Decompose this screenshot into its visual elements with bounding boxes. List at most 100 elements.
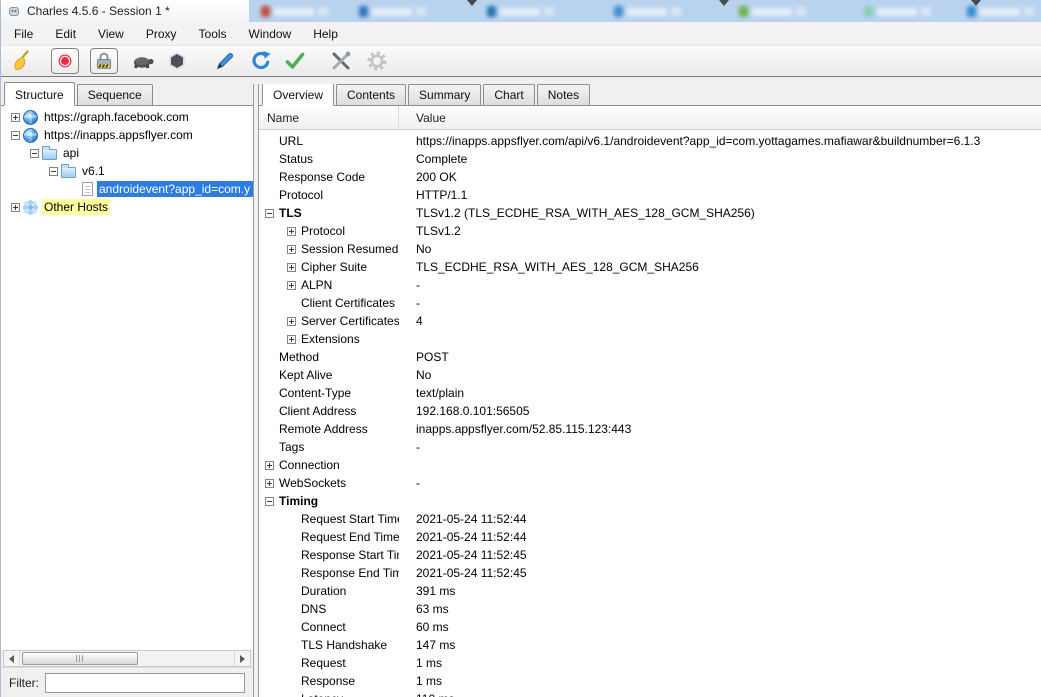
menu-view[interactable]: View <box>87 23 135 45</box>
table-row[interactable]: Response Code 200 OK <box>259 168 1041 186</box>
tab-contents[interactable]: Contents <box>336 84 407 105</box>
tab-overview[interactable]: Overview <box>262 84 335 106</box>
table-row[interactable]: Request Start Time 2021-05-24 11:52:44 <box>259 510 1041 528</box>
table-row[interactable]: Cipher Suite TLS_ECDHE_RSA_WITH_AES_128_G… <box>259 258 1041 276</box>
collapse-icon[interactable] <box>49 166 58 176</box>
expand-icon[interactable] <box>265 460 274 470</box>
collapse-icon[interactable] <box>11 130 20 140</box>
expand-icon[interactable] <box>11 112 20 122</box>
table-row[interactable]: Response End Time 2021-05-24 11:52:45 <box>259 564 1041 582</box>
table-row[interactable]: Response Start Time 2021-05-24 11:52:45 <box>259 546 1041 564</box>
table-row[interactable]: Status Complete <box>259 150 1041 168</box>
collapse-icon[interactable] <box>30 148 39 158</box>
tree-item[interactable]: androidevent?app_id=com.y <box>1 180 253 198</box>
table-row[interactable]: Connect 60 ms <box>259 618 1041 636</box>
table-row[interactable]: DNS 63 ms <box>259 600 1041 618</box>
compose-button[interactable] <box>212 48 238 74</box>
table-row[interactable]: Connection <box>259 456 1041 474</box>
table-row[interactable]: Response 1 ms <box>259 672 1041 690</box>
column-header-name[interactable]: Name <box>259 106 399 129</box>
throttle-button[interactable] <box>130 48 156 74</box>
tree-horizontal-scrollbar[interactable] <box>3 650 251 667</box>
tree-item[interactable]: Other Hosts <box>1 198 253 216</box>
expand-icon[interactable] <box>11 202 20 212</box>
table-row[interactable]: Session Resumed No <box>259 240 1041 258</box>
menu-proxy[interactable]: Proxy <box>135 23 188 45</box>
tab-sequence[interactable]: Sequence <box>76 84 153 105</box>
menu-file[interactable]: File <box>3 23 44 45</box>
table-row[interactable]: Remote Address inapps.appsflyer.com/52.85… <box>259 420 1041 438</box>
tree-item[interactable]: https://inapps.appsflyer.com <box>1 126 253 144</box>
table-row[interactable]: Duration 391 ms <box>259 582 1041 600</box>
menu-tools[interactable]: Tools <box>188 23 238 45</box>
collapse-icon[interactable] <box>265 496 274 506</box>
table-row[interactable]: Kept Alive No <box>259 366 1041 384</box>
tree-item[interactable]: api <box>1 144 253 162</box>
expand-icon[interactable] <box>287 262 296 272</box>
breakpoints-button[interactable] <box>164 48 190 74</box>
row-name-cell: Tags <box>259 440 399 454</box>
table-row[interactable]: Extensions <box>259 330 1041 348</box>
table-row[interactable]: Timing <box>259 492 1041 510</box>
table-row[interactable]: Client Address 192.168.0.101:56505 <box>259 402 1041 420</box>
external-tools-icon <box>332 51 351 70</box>
tab-notes[interactable]: Notes <box>536 84 591 105</box>
left-tab-strip: Structure Sequence <box>1 82 253 106</box>
title-bar: Charles 4.5.6 - Session 1 * <box>1 0 1041 22</box>
table-row[interactable]: TLS TLSv1.2 (TLS_ECDHE_RSA_WITH_AES_128_G… <box>259 204 1041 222</box>
table-row[interactable]: WebSockets - <box>259 474 1041 492</box>
row-name: Response <box>301 674 356 688</box>
repeat-button[interactable] <box>248 48 274 74</box>
table-row[interactable]: Protocol TLSv1.2 <box>259 222 1041 240</box>
table-row[interactable]: Method POST <box>259 348 1041 366</box>
column-header-value[interactable]: Value <box>399 111 1041 125</box>
menu-help[interactable]: Help <box>302 23 349 45</box>
record-icon <box>56 52 74 70</box>
expand-icon[interactable] <box>287 316 296 326</box>
table-row[interactable]: Server Certificates 4 <box>259 312 1041 330</box>
tab-summary[interactable]: Summary <box>408 84 482 105</box>
ssl-proxying-button[interactable] <box>90 48 118 74</box>
table-row[interactable]: Request End Time 2021-05-24 11:52:44 <box>259 528 1041 546</box>
settings-button[interactable] <box>364 48 390 74</box>
record-button[interactable] <box>51 48 79 74</box>
table-row[interactable]: Latency 110 ms <box>259 690 1041 697</box>
table-row[interactable]: URL https://inapps.appsflyer.com/api/v6.1… <box>259 132 1041 150</box>
table-row[interactable]: Protocol HTTP/1.1 <box>259 186 1041 204</box>
compose-pen-icon <box>216 53 234 70</box>
clear-session-button[interactable] <box>9 48 35 74</box>
expand-icon[interactable] <box>287 244 296 254</box>
scroll-left-button[interactable] <box>4 651 20 666</box>
table-row[interactable]: Request 1 ms <box>259 654 1041 672</box>
scrollbar-thumb[interactable] <box>22 652 138 665</box>
tab-chart[interactable]: Chart <box>483 84 535 105</box>
tab-structure[interactable]: Structure <box>4 82 75 106</box>
row-name-cell: Response End Time <box>259 566 399 580</box>
table-row[interactable]: TLS Handshake 147 ms <box>259 636 1041 654</box>
expand-icon[interactable] <box>287 334 296 344</box>
expand-icon[interactable] <box>287 280 296 290</box>
collapse-icon[interactable] <box>265 208 274 218</box>
validate-button[interactable] <box>282 48 308 74</box>
table-row[interactable]: Client Certificates - <box>259 294 1041 312</box>
table-row[interactable]: Tags - <box>259 438 1041 456</box>
expand-icon[interactable] <box>265 478 274 488</box>
row-value: - <box>416 278 420 292</box>
row-name-cell: Content-Type <box>259 386 399 400</box>
filter-input[interactable] <box>45 672 245 693</box>
site-globe-icon <box>23 127 38 143</box>
row-name: Connection <box>279 458 340 472</box>
external-tools-button[interactable] <box>328 48 354 74</box>
row-name: Request End Time <box>301 530 399 544</box>
scroll-right-button[interactable] <box>234 651 250 666</box>
tree-item[interactable]: v6.1 <box>1 162 253 180</box>
table-row[interactable]: ALPN - <box>259 276 1041 294</box>
menu-edit[interactable]: Edit <box>44 23 87 45</box>
table-row[interactable]: Content-Type text/plain <box>259 384 1041 402</box>
menu-window[interactable]: Window <box>238 23 303 45</box>
tree-item[interactable]: https://graph.facebook.com <box>1 108 253 126</box>
expand-icon[interactable] <box>287 226 296 236</box>
